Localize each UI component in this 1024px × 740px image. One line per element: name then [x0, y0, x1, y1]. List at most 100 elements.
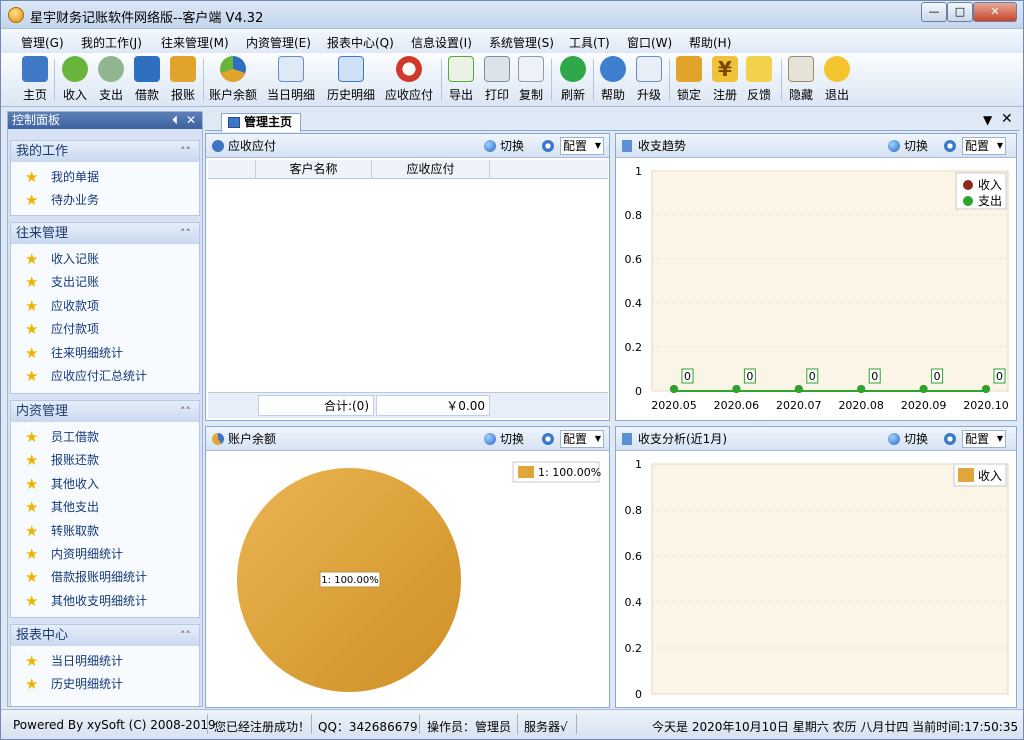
- toolbar-export-button[interactable]: 导出: [445, 56, 477, 104]
- toolbar-help-button[interactable]: 帮助: [597, 56, 629, 104]
- group-header[interactable]: 内资管理 ˄˄: [11, 401, 199, 422]
- data-label: 0: [996, 370, 1003, 383]
- menu-contacts[interactable]: 往来管理(M): [161, 34, 229, 51]
- nav-item[interactable]: ★ 报账还款: [11, 449, 199, 472]
- toolbar-register-button[interactable]: ¥ 注册: [709, 56, 741, 104]
- switch-button[interactable]: 切换: [500, 134, 524, 158]
- column-header[interactable]: 客户名称: [256, 160, 372, 179]
- nav-item[interactable]: ★ 应收款项: [11, 295, 199, 318]
- nav-item-label: 历史明细统计: [51, 677, 124, 692]
- control-panel: 控制面板 ⏴ ✕ 我的工作 ˄˄ ★ 我的单据 ★ 待办业务 往来管理 ˄˄ ★ 收入记账…: [7, 111, 203, 707]
- nav-item[interactable]: ★ 我的单据: [11, 166, 199, 189]
- group-header[interactable]: 往来管理 ˄˄: [11, 223, 199, 244]
- menu-manage[interactable]: 管理(G): [21, 34, 64, 51]
- switch-icon: [888, 433, 900, 445]
- lock-icon: [676, 56, 702, 82]
- toolbar-label: 刷新: [560, 88, 585, 102]
- nav-item[interactable]: ★ 其他收支明细统计: [11, 590, 199, 613]
- menu-tools[interactable]: 工具(T): [569, 34, 610, 51]
- toolbar-exit-button[interactable]: 退出: [821, 56, 853, 104]
- trend-chart: 1 0.8 0.6 0.4 0.2 0 0 0 0 0 0 0 2020.05 2020.06 2020.0…: [625, 165, 1009, 412]
- minimize-button[interactable]: —: [921, 2, 947, 22]
- tab-close-icon[interactable]: ✕: [1001, 111, 1013, 127]
- toolbar-home-button[interactable]: 主页: [19, 56, 51, 104]
- menu-my-work[interactable]: 我的工作(J): [81, 34, 142, 51]
- toolbar-copy-button[interactable]: 复制: [515, 56, 547, 104]
- toolbar-expense-button[interactable]: 支出: [95, 56, 127, 104]
- menu-reports[interactable]: 报表中心(Q): [327, 34, 394, 51]
- nav-item-label: 转账取款: [51, 523, 100, 538]
- nav-item[interactable]: ★ 应收应付汇总统计: [11, 365, 199, 388]
- window-title: 星宇财务记账软件网络版--客户端 V4.32: [30, 11, 264, 26]
- toolbar-print-button[interactable]: 打印: [481, 56, 513, 104]
- document-tab-bar: 管理主页 ▼ ✕: [205, 111, 1019, 132]
- config-dropdown[interactable]: 配置 ▼: [560, 430, 604, 448]
- config-dropdown[interactable]: 配置 ▼: [962, 137, 1006, 155]
- legend-swatch: [963, 180, 973, 190]
- star-icon: ★: [25, 544, 39, 563]
- toolbar-lock-button[interactable]: 锁定: [673, 56, 705, 104]
- menu-internal-funds[interactable]: 内资管理(E): [246, 34, 311, 51]
- nav-item[interactable]: ★ 员工借款: [11, 426, 199, 449]
- config-dropdown[interactable]: 配置 ▼: [962, 430, 1006, 448]
- toolbar-refresh-button[interactable]: 刷新: [557, 56, 589, 104]
- tab-main-page[interactable]: 管理主页: [221, 113, 301, 132]
- toolbar-account-balance-button[interactable]: 账户余额: [207, 56, 259, 104]
- nav-item[interactable]: ★ 待办业务: [11, 189, 199, 212]
- config-label: 配置: [965, 139, 990, 153]
- nav-item[interactable]: ★ 内资明细统计: [11, 543, 199, 566]
- nav-item[interactable]: ★ 往来明细统计: [11, 342, 199, 365]
- toolbar-receivable-button[interactable]: 应收应付: [383, 56, 435, 104]
- nav-item[interactable]: ★ 其他收入: [11, 473, 199, 496]
- data-label: 0: [684, 370, 691, 383]
- menu-system[interactable]: 系统管理(S): [489, 34, 554, 51]
- nav-item-label: 往来明细统计: [51, 345, 124, 360]
- collapse-icon[interactable]: ˄˄: [180, 223, 191, 244]
- menu-help[interactable]: 帮助(H): [689, 34, 731, 51]
- switch-button[interactable]: 切换: [500, 427, 524, 451]
- toolbar-feedback-button[interactable]: 反馈: [743, 56, 775, 104]
- tab-label: 管理主页: [244, 115, 293, 129]
- column-header[interactable]: 应收应付: [372, 160, 490, 179]
- pie-icon: [212, 433, 224, 445]
- config-dropdown[interactable]: 配置 ▼: [560, 137, 604, 155]
- toolbar-upgrade-button[interactable]: 升级: [633, 56, 665, 104]
- analysis-panel: 收支分析(近1月) 切换 配置 ▼ 1 0.8 0.6 0.4 0.2 0 收入: [615, 426, 1017, 708]
- nav-item[interactable]: ★ 支出记账: [11, 271, 199, 294]
- nav-item[interactable]: ★ 历史明细统计: [11, 673, 199, 696]
- nav-item[interactable]: ★ 借款报账明细统计: [11, 566, 199, 589]
- app-logo-icon: [8, 7, 24, 23]
- pin-icon[interactable]: ⏴: [172, 112, 178, 129]
- group-header[interactable]: 我的工作 ˄˄: [11, 141, 199, 162]
- toolbar-borrow-button[interactable]: 借款: [131, 56, 163, 104]
- toolbar-income-button[interactable]: 收入: [59, 56, 91, 104]
- star-icon: ★: [25, 652, 39, 670]
- collapse-icon[interactable]: ˄˄: [180, 625, 191, 646]
- close-icon[interactable]: ✕: [186, 112, 196, 129]
- nav-item[interactable]: ★ 收入记账: [11, 248, 199, 271]
- nav-item[interactable]: ★ 当日明细统计: [11, 650, 199, 673]
- menu-info-settings[interactable]: 信息设置(I): [411, 34, 472, 51]
- close-button[interactable]: ✕: [973, 2, 1017, 22]
- toolbar-daily-detail-button[interactable]: 当日明细: [265, 56, 317, 104]
- collapse-icon[interactable]: ˄˄: [180, 401, 191, 422]
- toolbar-label: 支出: [98, 88, 123, 102]
- menu-window[interactable]: 窗口(W): [627, 34, 672, 51]
- toolbar-reimburse-button[interactable]: 报账: [167, 56, 199, 104]
- toolbar-hide-button[interactable]: 隐藏: [785, 56, 817, 104]
- toolbar-separator: [551, 59, 552, 101]
- group-header[interactable]: 报表中心 ˄˄: [11, 625, 199, 646]
- dropdown-arrow-icon: ▼: [594, 141, 601, 150]
- nav-item[interactable]: ★ 其他支出: [11, 496, 199, 519]
- switch-button[interactable]: 切换: [904, 134, 928, 158]
- y-tick-label: 0: [635, 688, 642, 701]
- tab-dropdown-icon[interactable]: ▼: [983, 113, 992, 127]
- collapse-icon[interactable]: ˄˄: [180, 141, 191, 162]
- switch-button[interactable]: 切换: [904, 427, 928, 451]
- trend-icon: [622, 140, 632, 152]
- toolbar-history-detail-button[interactable]: 历史明细: [325, 56, 377, 104]
- status-separator: [576, 714, 577, 734]
- nav-item[interactable]: ★ 应付款项: [11, 318, 199, 341]
- maximize-button[interactable]: □: [947, 2, 973, 22]
- nav-item[interactable]: ★ 转账取款: [11, 520, 199, 543]
